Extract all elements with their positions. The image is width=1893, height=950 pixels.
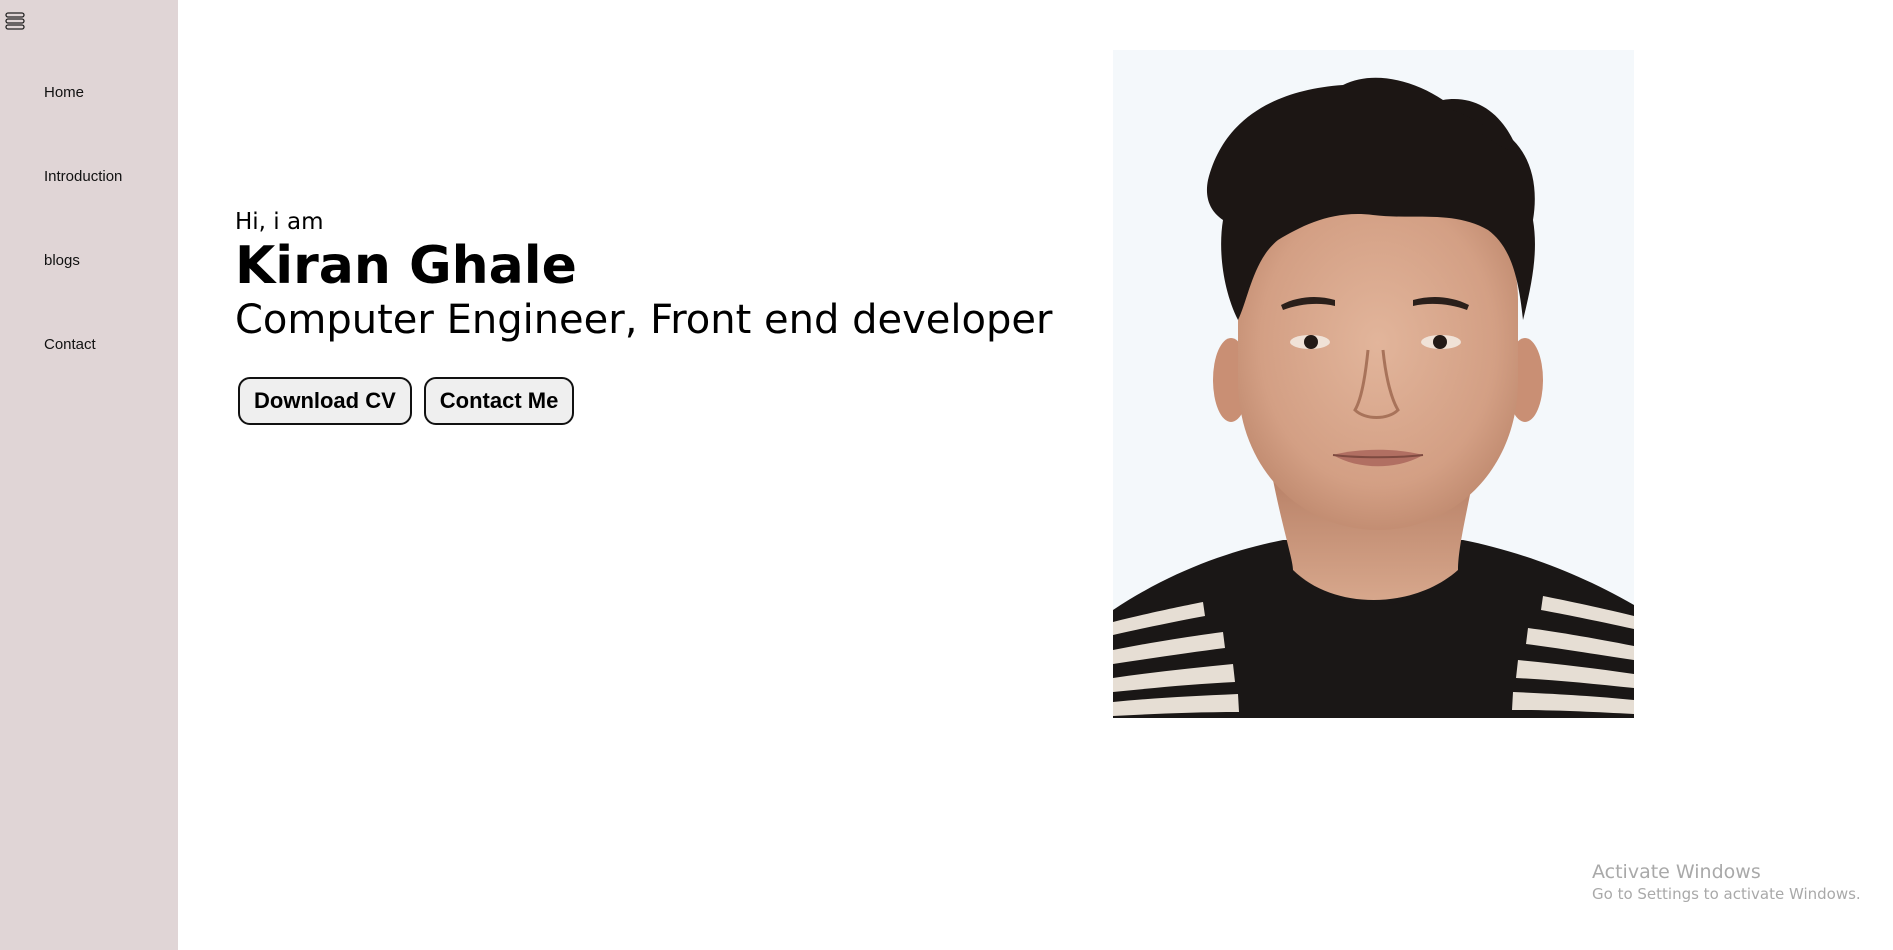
greeting-text: Hi, i am: [235, 209, 324, 235]
activate-windows-watermark: Activate Windows Go to Settings to activ…: [1592, 860, 1861, 904]
profile-photo: [1113, 50, 1634, 718]
contact-me-button[interactable]: Contact Me: [423, 377, 575, 425]
nav-home-link[interactable]: Home: [44, 84, 84, 101]
nav-introduction-link[interactable]: Introduction: [44, 168, 122, 185]
hero-buttons: Download CV Contact Me: [238, 377, 1052, 425]
hero-name: Kiran Ghale: [235, 236, 577, 296]
hamburger-menu-icon[interactable]: [4, 9, 28, 33]
hero-section: Hi, i am Kiran Ghale Computer Engineer, …: [235, 208, 1052, 425]
download-cv-button[interactable]: Download CV: [238, 377, 412, 425]
sidebar: Home Introduction blogs Contact: [0, 0, 178, 950]
nav-contact-link[interactable]: Contact: [44, 336, 96, 353]
watermark-subtitle: Go to Settings to activate Windows.: [1592, 885, 1861, 903]
watermark-title: Activate Windows: [1592, 861, 1761, 883]
nav-blogs-link[interactable]: blogs: [44, 252, 80, 269]
hero-role: Computer Engineer, Front end developer: [235, 297, 1053, 343]
